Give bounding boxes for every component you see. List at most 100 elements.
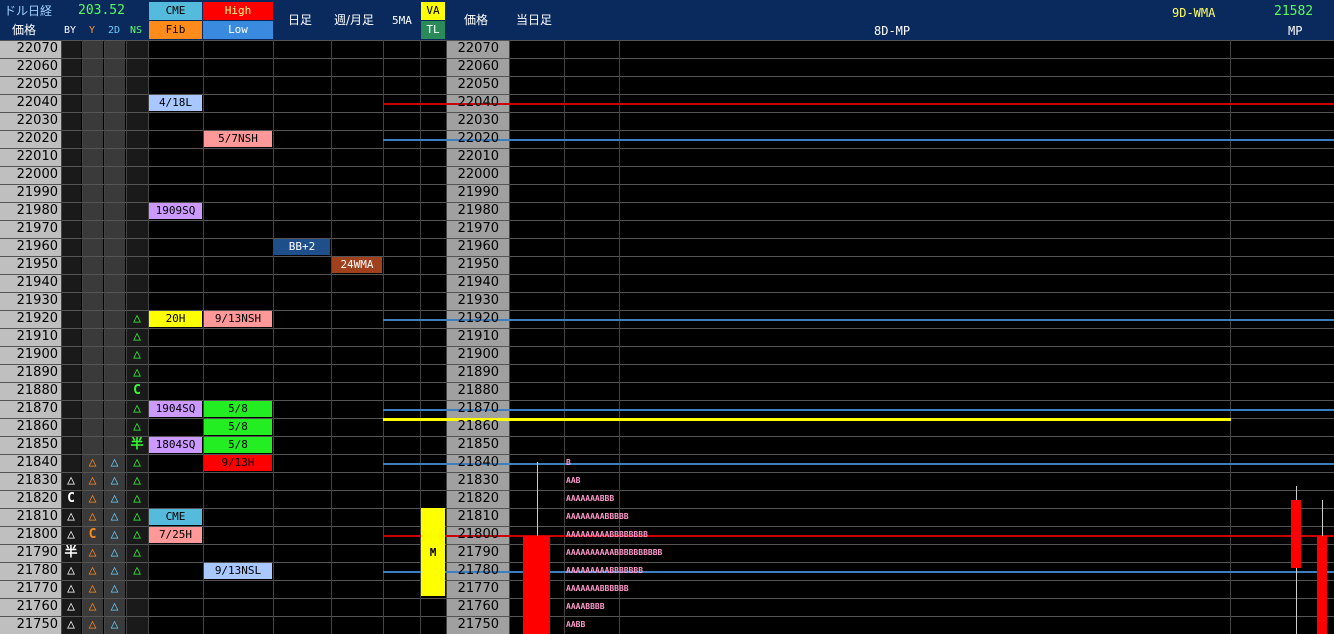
price-label: 21810 (16, 509, 58, 524)
grid-line (0, 130, 1334, 131)
price-label-2: 21830 (457, 473, 499, 488)
y-marker: △ (88, 473, 97, 488)
current-day-header: 当日足 (516, 13, 553, 27)
price-label-2: 21770 (457, 581, 499, 596)
price-label: 21820 (16, 491, 58, 506)
price-label-2: 22030 (457, 113, 499, 128)
grid-line (0, 382, 1334, 383)
price-label: 21830 (16, 473, 58, 488)
grid-line (0, 238, 1334, 239)
ns-marker: C (133, 383, 141, 398)
cme-fib-tag: 20H (149, 311, 202, 327)
tpo-row: AAAABBBB (566, 602, 605, 611)
by-marker: 半 (64, 545, 78, 560)
column-separator (383, 40, 384, 634)
price-label: 21770 (16, 581, 58, 596)
va-label: VA (426, 4, 440, 17)
price-label: 22040 (16, 95, 58, 110)
price-label-2: 21980 (457, 203, 499, 218)
ns-marker: △ (133, 401, 141, 416)
column-separator (331, 40, 332, 634)
wma-value: 21582 (1274, 4, 1314, 19)
d2-marker: △ (110, 617, 119, 632)
y-marker: C (88, 527, 97, 542)
grid-line (0, 148, 1334, 149)
price-label-2: 21820 (457, 491, 499, 506)
grid-line (0, 256, 1334, 257)
ns-marker: △ (133, 455, 141, 470)
tl-label: TL (426, 23, 440, 36)
d2-marker: △ (110, 581, 119, 596)
y-marker: △ (88, 617, 97, 632)
cme-fib-tag: 7/25H (149, 527, 202, 543)
ns-marker: △ (133, 545, 141, 560)
price-label-2: 21940 (457, 275, 499, 290)
by-marker: △ (67, 563, 75, 578)
y-marker: △ (88, 491, 97, 506)
ns-marker: △ (133, 491, 141, 506)
price-label: 21950 (16, 257, 58, 272)
column-separator (148, 40, 149, 634)
tpo-row: AAAAAAABBB (566, 494, 615, 503)
2d-header: 2D (108, 25, 121, 36)
price-label-2: 21800 (457, 527, 499, 542)
grid-line (0, 166, 1334, 167)
price-label: 21880 (16, 383, 58, 398)
by-marker: △ (67, 509, 75, 524)
ns-marker: △ (133, 347, 141, 362)
d2-marker: △ (110, 545, 119, 560)
grid-line (0, 58, 1334, 59)
price-label-2: 22040 (457, 95, 499, 110)
by-marker: △ (67, 617, 75, 632)
column-separator (203, 40, 204, 634)
ns-header: NS (130, 25, 143, 36)
grid-line (0, 292, 1334, 293)
price-label-2: 21850 (457, 437, 499, 452)
ns-marker: △ (133, 419, 141, 434)
grid-line (0, 364, 1334, 365)
price-label-2: 22070 (457, 41, 499, 56)
price-label-2: 21920 (457, 311, 499, 326)
price-label-2: 21870 (457, 401, 499, 416)
price-label: 21870 (16, 401, 58, 416)
top-value: 203.52 (78, 3, 125, 18)
price-label-2: 22050 (457, 77, 499, 92)
level-line (383, 319, 1334, 321)
price-label: 21850 (16, 437, 58, 452)
by-marker: C (67, 491, 75, 506)
5ma-header: 5MA (392, 14, 412, 27)
y-marker: △ (88, 509, 97, 524)
column-separator (509, 40, 510, 634)
cme-fib-tag: 1804SQ (149, 437, 202, 453)
fib-label: Fib (165, 23, 186, 36)
ns-marker: 半 (130, 437, 144, 452)
ns-marker: △ (133, 329, 141, 344)
d2-marker: △ (110, 509, 119, 524)
column-separator (1230, 40, 1231, 634)
grid-line (0, 184, 1334, 185)
price-label: 21750 (16, 617, 58, 632)
tpo-row: AAAAAAAAAABBBBBBBBBB (566, 548, 663, 557)
price-label-2: 21900 (457, 347, 499, 362)
price-label: 21800 (16, 527, 58, 542)
price-label-2: 22020 (457, 131, 499, 146)
daily-header: 日足 (288, 13, 313, 27)
high-low-tag: 9/13NSH (204, 311, 272, 327)
price-label-2: 21990 (457, 185, 499, 200)
price-label: 21890 (16, 365, 58, 380)
price-label-2: 21840 (457, 455, 499, 470)
price-label: 22050 (16, 77, 58, 92)
grid-line (0, 616, 1334, 617)
ns-marker: △ (133, 527, 141, 542)
price-label-2: 21910 (457, 329, 499, 344)
price-label: 21790 (16, 545, 58, 560)
cme-label: CME (165, 4, 186, 17)
grid-line (0, 76, 1334, 77)
grid-line (0, 40, 1334, 41)
candle-1-body (523, 536, 550, 634)
weekly-tag: 24WMA (332, 257, 382, 273)
price-label: 22020 (16, 131, 58, 146)
tpo-row: B (566, 458, 571, 467)
grid-line (0, 580, 1334, 581)
ns-marker: △ (133, 365, 141, 380)
